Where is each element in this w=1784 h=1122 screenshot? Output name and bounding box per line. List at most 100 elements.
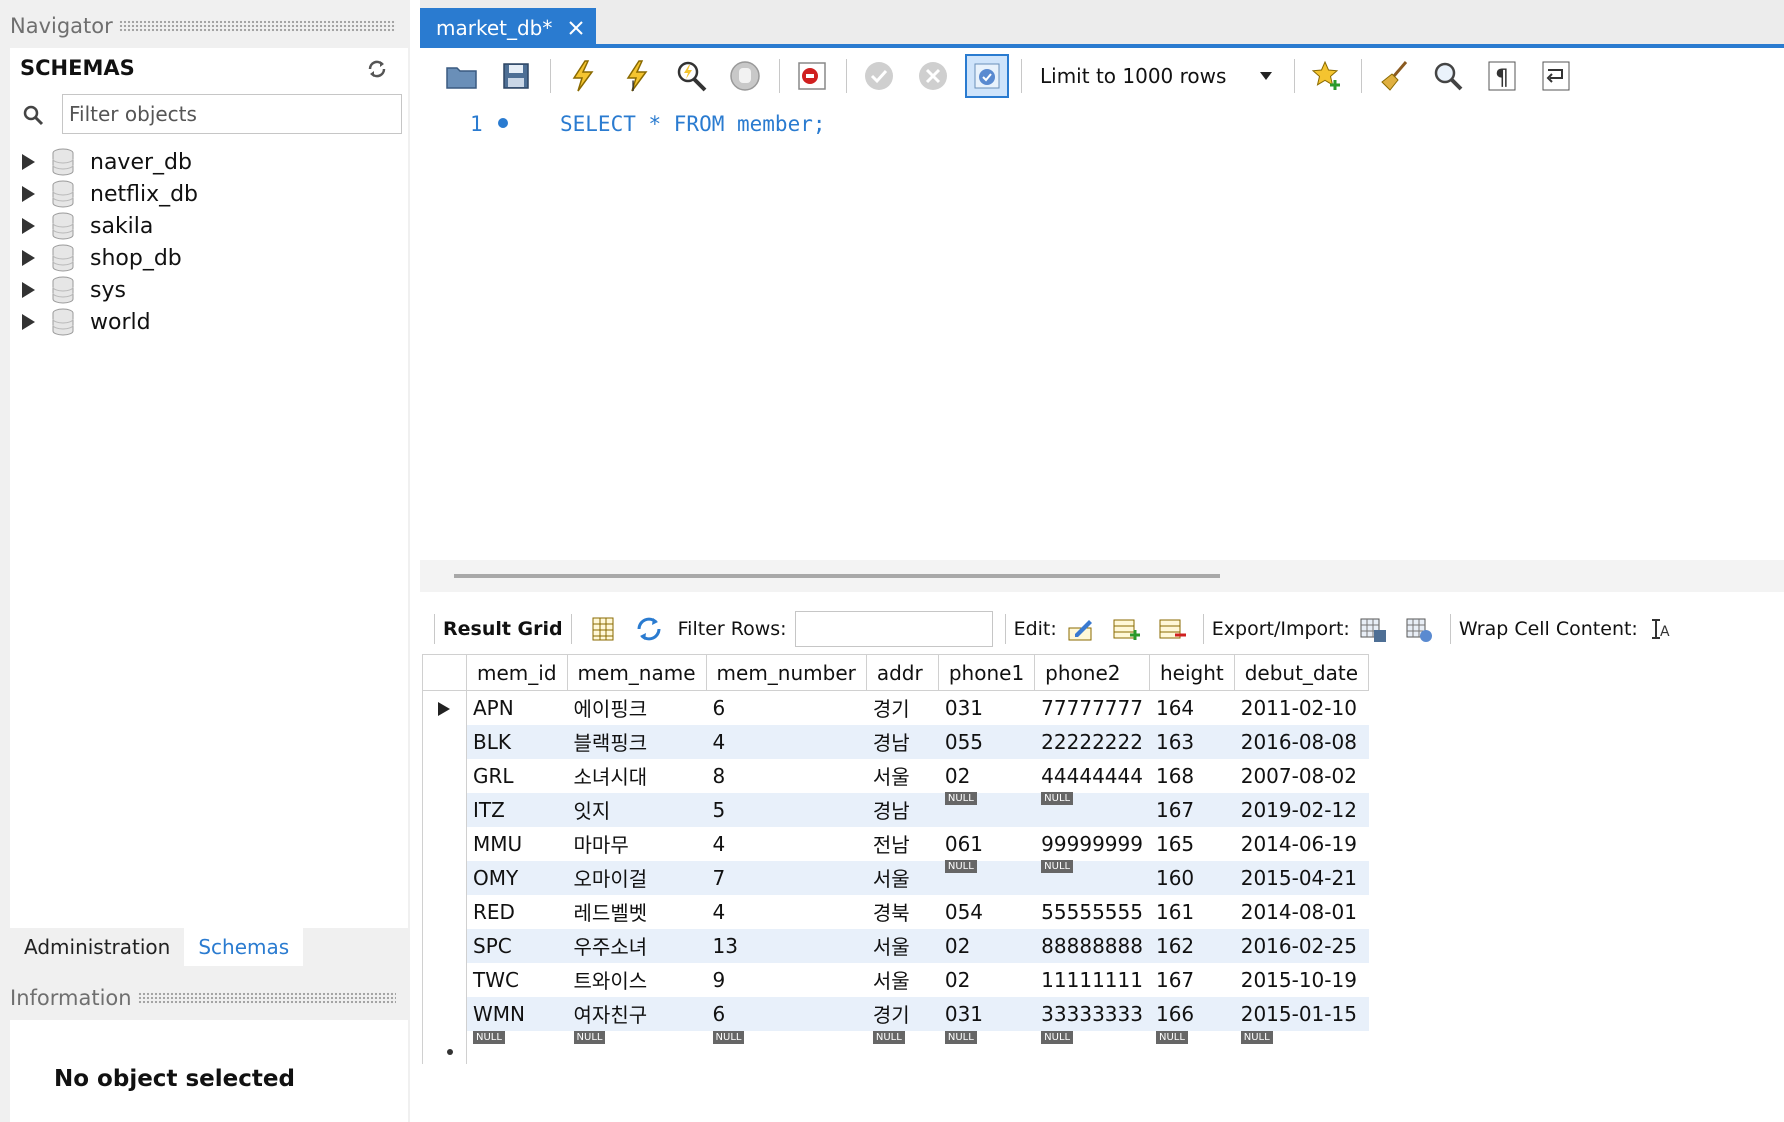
row-header[interactable] [422, 724, 467, 759]
new-row[interactable]: NULL NULL NULL NULL NULL NULL NULL NULL [422, 1030, 1369, 1064]
cell-debut_date[interactable]: 2014-08-01 [1234, 894, 1369, 929]
cell-mem_name[interactable]: 잇지 [567, 792, 707, 827]
new-cell-debut_date[interactable]: NULL [1234, 1030, 1368, 1064]
cell-debut_date[interactable]: 2015-10-19 [1234, 962, 1369, 997]
cell-phone1[interactable]: 02 [938, 758, 1035, 793]
edit-row-button[interactable] [1063, 612, 1097, 646]
cell-debut_date[interactable]: 2019-02-12 [1234, 792, 1369, 827]
cell-phone1[interactable]: NULL [938, 791, 1035, 827]
cell-phone2[interactable]: NULL [1034, 791, 1150, 827]
column-header[interactable]: phone2 [1034, 654, 1150, 691]
cell-phone2[interactable]: 44444444 [1034, 758, 1150, 793]
cell-phone2[interactable]: 11111111 [1034, 962, 1150, 997]
table-row[interactable]: GRL 소녀시대 8 서울 02 44444444 168 2007-08-02 [422, 758, 1369, 793]
new-cell-mem_name[interactable]: NULL [567, 1030, 706, 1064]
cell-debut_date[interactable]: 2015-01-15 [1234, 996, 1369, 1031]
row-header[interactable] [422, 860, 467, 895]
cell-height[interactable]: 167 [1149, 962, 1235, 997]
row-header[interactable] [422, 826, 467, 861]
cell-mem_id[interactable]: APN [466, 690, 568, 725]
cell-mem_number[interactable]: 4 [706, 724, 867, 759]
sql-text[interactable]: SELECT * FROM member; [560, 112, 826, 136]
cell-phone2[interactable]: 55555555 [1034, 894, 1150, 929]
execute-button[interactable] [561, 54, 605, 98]
table-row[interactable]: APN 에이핑크 6 경기 031 77777777 164 2011-02-10 [422, 690, 1369, 725]
cell-mem_id[interactable]: GRL [466, 758, 568, 793]
import-button[interactable] [1402, 612, 1436, 646]
open-file-button[interactable] [440, 54, 484, 98]
cell-mem_name[interactable]: 블랙핑크 [567, 724, 707, 759]
cell-height[interactable]: 167 [1149, 792, 1235, 827]
schema-item[interactable]: netflix_db [20, 178, 198, 210]
cell-phone2[interactable]: NULL [1034, 859, 1150, 895]
new-cell-phone2[interactable]: NULL [1035, 1030, 1150, 1064]
expand-arrow-icon[interactable] [20, 313, 36, 331]
cell-debut_date[interactable]: 2015-04-21 [1234, 860, 1369, 895]
table-row[interactable]: RED 레드벨벳 4 경북 054 55555555 161 2014-08-01 [422, 894, 1369, 929]
cell-height[interactable]: 168 [1149, 758, 1235, 793]
cell-mem_name[interactable]: 레드벨벳 [567, 894, 707, 929]
result-grid-label[interactable]: Result Grid [443, 618, 563, 640]
table-row[interactable]: MMU 마마무 4 전남 061 99999999 165 2014-06-19 [422, 826, 1369, 861]
refresh-results-button[interactable] [632, 612, 666, 646]
cell-debut_date[interactable]: 2007-08-02 [1234, 758, 1369, 793]
result-grid[interactable]: mem_id mem_name mem_number addr phone1 phone2… [422, 654, 1370, 1064]
column-header[interactable]: mem_id [466, 654, 568, 691]
wrap-lines-button[interactable] [1534, 54, 1578, 98]
schema-item[interactable]: shop_db [20, 242, 198, 274]
cell-phone1[interactable]: 055 [938, 724, 1035, 759]
cell-mem_id[interactable]: RED [466, 894, 568, 929]
column-header[interactable]: height [1148, 654, 1235, 691]
explain-button[interactable] [669, 54, 713, 98]
tab-schemas[interactable]: Schemas [184, 928, 304, 966]
new-cell-height[interactable]: NULL [1149, 1030, 1234, 1064]
row-header[interactable] [422, 894, 467, 929]
column-header[interactable]: mem_name [566, 654, 707, 691]
commit-button[interactable] [857, 54, 901, 98]
table-row[interactable]: TWC 트와이스 9 서울 02 11111111 167 2015-10-19 [422, 962, 1369, 997]
new-cell-phone1[interactable]: NULL [938, 1030, 1034, 1064]
filter-rows-input[interactable] [794, 611, 993, 647]
cell-debut_date[interactable]: 2016-08-08 [1234, 724, 1369, 759]
cell-addr[interactable]: 서울 [866, 962, 939, 997]
cell-phone1[interactable]: 02 [938, 928, 1035, 963]
rollback-button[interactable] [911, 54, 955, 98]
header-grip[interactable] [118, 20, 396, 32]
cell-mem_name[interactable]: 트와이스 [567, 962, 707, 997]
cell-addr[interactable]: 전남 [866, 826, 939, 861]
expand-arrow-icon[interactable] [20, 217, 36, 235]
cell-height[interactable]: 163 [1149, 724, 1235, 759]
cell-height[interactable]: 162 [1149, 928, 1235, 963]
cell-debut_date[interactable]: 2011-02-10 [1234, 690, 1369, 725]
cell-height[interactable]: 165 [1149, 826, 1235, 861]
new-row-marker[interactable] [422, 1030, 467, 1064]
row-header[interactable] [422, 792, 467, 827]
cell-addr[interactable]: 경기 [866, 996, 939, 1031]
cell-phone1[interactable]: 031 [938, 690, 1035, 725]
cell-mem_id[interactable]: TWC [466, 962, 568, 997]
cell-addr[interactable]: 서울 [866, 758, 939, 793]
cell-mem_name[interactable]: 우주소녀 [567, 928, 707, 963]
execute-current-button[interactable]: I [615, 54, 659, 98]
cell-phone1[interactable]: 061 [938, 826, 1035, 861]
toggle-error-button[interactable] [790, 54, 834, 98]
expand-arrow-icon[interactable] [20, 153, 36, 171]
schema-item[interactable]: sakila [20, 210, 198, 242]
cell-mem_name[interactable]: 마마무 [567, 826, 707, 861]
cell-height[interactable]: 161 [1149, 894, 1235, 929]
cell-addr[interactable]: 경기 [866, 690, 939, 725]
row-header[interactable] [422, 928, 467, 963]
table-row[interactable]: BLK 블랙핑크 4 경남 055 22222222 163 2016-08-08 [422, 724, 1369, 759]
cell-mem_id[interactable]: MMU [466, 826, 568, 861]
cell-debut_date[interactable]: 2014-06-19 [1234, 826, 1369, 861]
cell-mem_number[interactable]: 7 [706, 860, 867, 895]
tab-market-db[interactable]: market_db* [420, 8, 596, 48]
table-row[interactable]: ITZ 잇지 5 경남 NULL NULL 167 2019-02-12 [422, 791, 1369, 827]
table-row[interactable]: OMY 오마이걸 7 서울 NULL NULL 160 2015-04-21 [422, 859, 1369, 895]
cell-addr[interactable]: 경북 [866, 894, 939, 929]
cell-height[interactable]: 160 [1149, 860, 1235, 895]
cell-mem_id[interactable]: OMY [466, 860, 568, 895]
row-header[interactable] [422, 996, 467, 1031]
row-header[interactable] [422, 690, 467, 725]
delete-row-button[interactable] [1155, 612, 1189, 646]
